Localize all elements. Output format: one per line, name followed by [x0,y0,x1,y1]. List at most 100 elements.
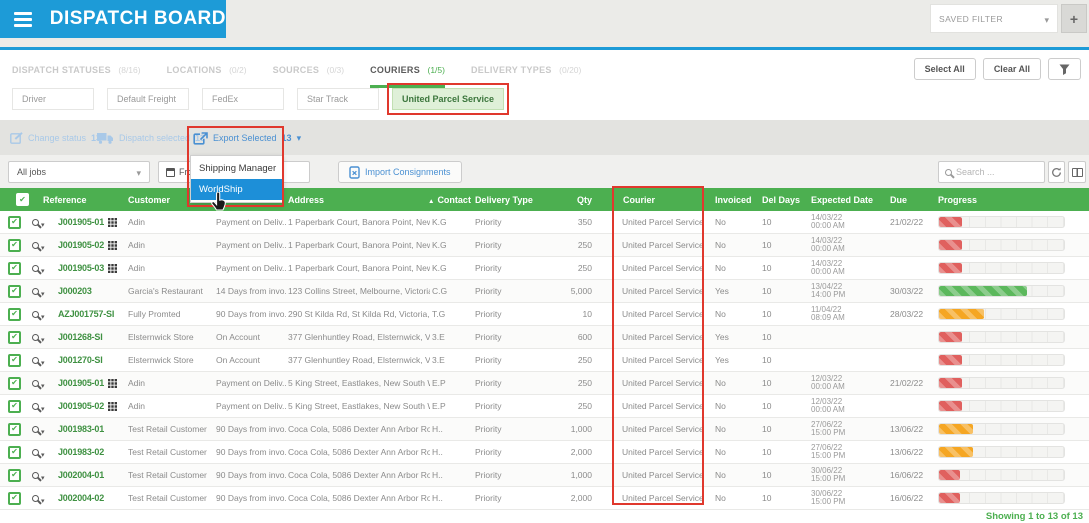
row-checkbox[interactable] [8,215,21,229]
select-all-button[interactable]: Select All [913,58,976,80]
header-delivery-type[interactable]: Delivery Type [468,195,560,205]
progress-cell [938,216,1089,228]
progress-fill [939,470,961,480]
row-preview-button[interactable] [32,422,45,437]
row-checkbox[interactable] [8,491,21,505]
header-invoiced[interactable]: Invoiced [706,195,754,205]
progress-fill [939,332,962,342]
add-saved-filter-button[interactable]: + [1061,4,1087,33]
header-expected-date[interactable]: Expected Date [806,195,886,205]
reference-link[interactable]: J001270-SI [58,355,103,365]
row-checkbox[interactable] [8,376,21,390]
change-status-button[interactable]: Change status 13 [10,128,101,148]
row-preview-button[interactable] [32,491,45,506]
filter-tab[interactable]: SOURCES (0/3) [273,60,345,88]
header-due[interactable]: Due [886,195,938,205]
dispatch-selected-button[interactable]: Dispatch selected 13 [97,128,205,148]
row-preview-button[interactable] [32,330,45,345]
select-all-checkbox[interactable] [16,193,29,206]
row-preview-button[interactable] [32,307,45,322]
row-preview-button[interactable] [32,468,45,483]
reference-link[interactable]: AZJ001757-SI [58,309,114,319]
filter-toggle-button[interactable] [1048,58,1081,80]
filter-tab[interactable]: COURIERS (1/5) [370,60,445,88]
magnifier-icon [32,471,39,479]
address-cell: 290 St Kilda Rd, St Kilda Rd, Victoria, … [288,309,430,319]
courier-chip[interactable]: Default Freight [107,88,189,110]
header-reference[interactable]: Reference [30,195,126,205]
row-checkbox[interactable] [8,353,21,367]
row-checkbox[interactable] [8,284,21,298]
courier-chip[interactable]: FedEx [202,88,284,110]
progress-cell [938,239,1089,251]
customer-cell: Adin [128,401,146,411]
funnel-icon [1059,64,1070,75]
reference-link[interactable]: J001905-02 [58,240,104,250]
jobs-filter-value: All jobs [17,167,47,177]
terms-cell: Payment on Deliv... [216,240,286,250]
row-checkbox[interactable] [8,422,21,436]
header-contact[interactable]: Contact [420,195,471,205]
reference-link[interactable]: J001905-03 [58,263,104,273]
row-preview-button[interactable] [32,284,45,299]
clear-all-button[interactable]: Clear All [982,58,1041,80]
columns-button[interactable] [1068,161,1086,183]
import-consignments-button[interactable]: Import Consignments [338,161,462,183]
customer-cell: Elsternwick Store [128,332,194,342]
row-preview-button[interactable] [32,376,45,391]
delivery-type-cell: Priority [475,378,502,388]
jobs-filter-select[interactable]: All jobs [8,161,150,183]
terms-cell: Payment on Deliv... [216,378,286,388]
magnifier-icon [32,494,39,502]
row-checkbox[interactable] [8,330,21,344]
search-input[interactable] [956,167,1038,177]
row-preview-button[interactable] [32,238,45,253]
row-checkbox[interactable] [8,238,21,252]
row-checkbox[interactable] [8,468,21,482]
header-address[interactable]: Address [286,195,430,205]
qty-cell: 10 [582,309,592,319]
reference-link[interactable]: J001905-02 [58,401,104,411]
export-selected-button[interactable]: Export Selected 13 [193,128,301,148]
row-preview-button[interactable] [32,399,45,414]
due-cell: 30/03/22 [890,286,924,296]
header-progress[interactable]: Progress [938,195,1089,205]
courier-chip[interactable]: Driver [12,88,94,110]
magnifier-icon [32,356,39,364]
refresh-button[interactable] [1048,161,1065,183]
header-del-days[interactable]: Del Days [754,195,806,205]
saved-filter-select[interactable]: SAVED FILTER [930,4,1058,33]
export-menu-item[interactable]: WorldShip [191,179,282,200]
row-preview-button[interactable] [32,445,45,460]
courier-chip[interactable]: United Parcel Service [386,83,510,115]
row-preview-button[interactable] [32,261,45,276]
reference-link[interactable]: J001905-01 [58,378,104,388]
reference-link[interactable]: J001983-02 [58,447,104,457]
reference-link[interactable]: J002004-01 [58,470,104,480]
reference-link[interactable]: J001983-01 [58,424,104,434]
reference-link[interactable]: J002004-02 [58,493,104,503]
filter-tab[interactable]: LOCATIONS (0/2) [167,60,247,88]
courier-cell: United Parcel Service [622,217,704,227]
header-courier[interactable]: Courier [614,195,706,205]
row-preview-button[interactable] [32,215,45,230]
qty-cell: 2,000 [570,447,592,457]
reference-link[interactable]: J000203 [58,286,92,296]
row-preview-button[interactable] [32,353,45,368]
export-menu-item[interactable]: Shipping Manager [191,158,282,179]
row-checkbox[interactable] [8,399,21,413]
row-checkbox[interactable] [8,445,21,459]
reference-link[interactable]: J001905-01 [58,217,104,227]
reference-link[interactable]: J001268-SI [58,332,103,342]
tab-label: COURIERS [370,65,421,75]
due-cell: 21/02/22 [890,217,924,227]
row-checkbox[interactable] [8,261,21,275]
qty-cell: 250 [577,378,592,388]
courier-chip[interactable]: Star Track [297,88,379,110]
tab-count: (1/5) [427,65,445,75]
row-checkbox[interactable] [8,307,21,321]
filter-tab[interactable]: DELIVERY TYPES (0/20) [471,60,581,88]
header-qty[interactable]: Qty [560,195,614,205]
menu-button[interactable] [8,6,38,32]
filter-tab[interactable]: DISPATCH STATUSES (8/16) [12,60,141,88]
